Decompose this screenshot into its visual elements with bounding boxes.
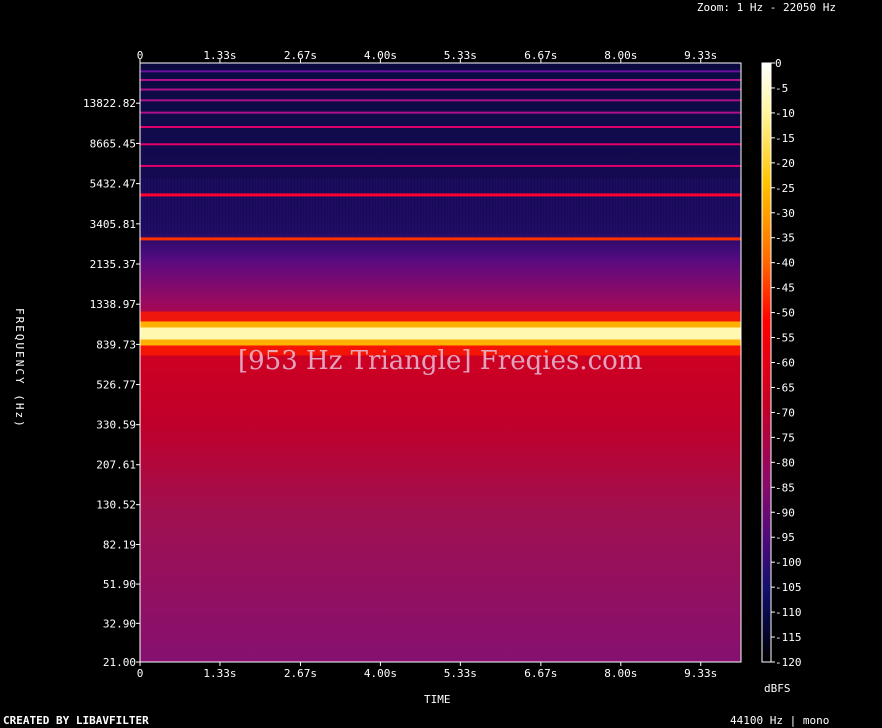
x-tick-label: 5.33s: [444, 49, 477, 62]
y-tick-label: 5432.47: [90, 178, 136, 191]
x-ticks-top: 0 1.33s 2.67s 4.00s 5.33s 6.67s 8.00s 9.33s: [137, 49, 717, 63]
y-tick-label: 13822.82: [83, 97, 136, 110]
harmonic-band: [140, 237, 741, 241]
colorbar-gradient: [761, 62, 772, 663]
y-tick-label: 839.73: [96, 338, 136, 351]
x-tick-label: 0: [137, 49, 144, 62]
x-tick-label: 0: [137, 667, 144, 680]
x-tick-label: 9.33s: [684, 49, 717, 62]
harmonic-band: [140, 88, 741, 91]
noise-texture: [139, 177, 741, 258]
colorbar-tick-label: -20: [775, 157, 795, 170]
harmonic-band: [140, 70, 741, 73]
colorbar-tick-label: -105: [775, 581, 802, 594]
colorbar-tick-label: -15: [775, 132, 795, 145]
x-tick-label: 8.00s: [604, 49, 637, 62]
colorbar-tick-label: -75: [775, 431, 795, 444]
colorbar-label: dBFS: [764, 682, 791, 695]
created-by-label: CREATED BY LIBAVFILTER: [3, 714, 149, 727]
x-tick-label: 2.67s: [284, 49, 317, 62]
x-ticks-bottom: 0 1.33s 2.67s 4.00s 5.33s 6.67s 8.00s 9.33s: [137, 662, 717, 680]
colorbar-tick-label: -5: [775, 82, 788, 95]
colorbar-tick-label: -70: [775, 406, 795, 419]
colorbar-tick-label: -95: [775, 531, 795, 544]
x-tick-label: 6.67s: [524, 49, 557, 62]
harmonic-band: [140, 193, 741, 197]
y-ticks: 21.00 32.90 51.90 82.19 130.52 207.61 330.59 52…: [83, 97, 140, 669]
x-tick-label: 9.33s: [684, 667, 717, 680]
colorbar-tick-label: -115: [775, 631, 802, 644]
y-tick-label: 2135.37: [90, 258, 136, 271]
colorbar-tick-label: -85: [775, 481, 795, 494]
x-tick-label: 1.33s: [203, 49, 236, 62]
x-tick-label: 8.00s: [604, 667, 637, 680]
colorbar-tick-label: 0: [775, 57, 782, 70]
harmonic-band: [140, 126, 741, 129]
y-tick-label: 3405.81: [90, 218, 136, 231]
colorbar-tick-label: -120: [775, 656, 802, 669]
sample-info-label: 44100 Hz | mono: [730, 714, 830, 727]
colorbar-tick-label: -110: [775, 606, 802, 619]
harmonic-band: [140, 99, 741, 102]
x-tick-label: 4.00s: [364, 667, 397, 680]
y-tick-label: 51.90: [103, 578, 136, 591]
y-tick-label: 21.00: [103, 656, 136, 669]
x-tick-label: 2.67s: [284, 667, 317, 680]
y-tick-label: 32.90: [103, 617, 136, 630]
colorbar-tick-label: -65: [775, 381, 795, 394]
harmonic-band: [140, 327, 741, 340]
x-tick-label: 1.33s: [203, 667, 236, 680]
watermark-text: [953 Hz Triangle] Freqies.com: [238, 346, 643, 376]
colorbar-tick-label: -45: [775, 282, 795, 295]
x-tick-label: 4.00s: [364, 49, 397, 62]
colorbar-tick-label: -80: [775, 456, 795, 469]
x-tick-label: 5.33s: [444, 667, 477, 680]
y-tick-label: 1338.97: [90, 298, 136, 311]
colorbar-tick-label: -40: [775, 257, 795, 270]
colorbar-tick-label: -90: [775, 506, 795, 519]
colorbar: 0 -5 -10 -15 -20 -25 -30 -35 -40 -45 -50 -55 -60 -65 -…: [761, 57, 802, 669]
colorbar-tick-label: -100: [775, 556, 802, 569]
harmonic-band: [140, 111, 741, 114]
x-tick-label: 6.67s: [524, 667, 557, 680]
y-tick-label: 82.19: [103, 539, 136, 552]
y-tick-label: 330.59: [96, 419, 136, 432]
y-tick-label: 526.77: [96, 379, 136, 392]
colorbar-tick-label: -10: [775, 107, 795, 120]
y-tick-label: 130.52: [96, 499, 136, 512]
y-tick-label: 207.61: [96, 459, 136, 472]
harmonic-band: [140, 164, 741, 167]
colorbar-tick-label: -35: [775, 232, 795, 245]
colorbar-tick-label: -50: [775, 307, 795, 320]
y-axis-label: FREQUENCY (Hz): [13, 308, 26, 429]
colorbar-tick-label: -60: [775, 357, 795, 370]
harmonic-band: [140, 78, 741, 81]
colorbar-tick-label: -55: [775, 332, 795, 345]
x-axis-label: TIME: [424, 693, 451, 706]
y-tick-label: 8665.45: [90, 137, 136, 150]
colorbar-tick-label: -25: [775, 182, 795, 195]
colorbar-tick-label: -30: [775, 207, 795, 220]
harmonic-band: [140, 143, 741, 146]
